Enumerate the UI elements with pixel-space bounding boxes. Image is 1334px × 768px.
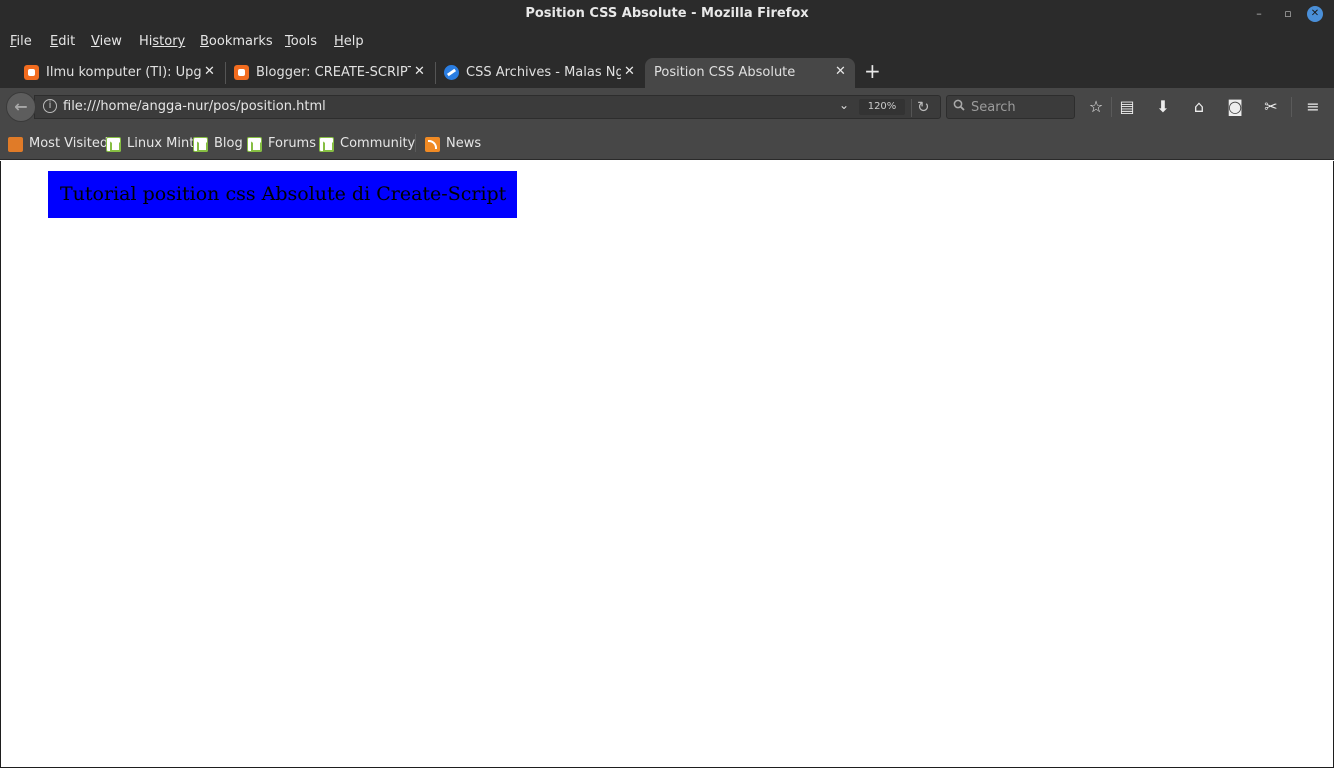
tab-close-icon[interactable]: ✕ xyxy=(204,64,215,79)
tab-label: Blogger: CREATE-SCRIPT - A xyxy=(256,65,411,80)
bookmark-forums[interactable]: Forums xyxy=(247,136,316,152)
url-text[interactable]: file:///home/angga-nur/pos/position.html xyxy=(63,99,326,114)
toolbar-separator xyxy=(1111,97,1112,117)
blogger-icon xyxy=(24,65,39,80)
blogger-icon xyxy=(234,65,249,80)
menu-history[interactable]: History xyxy=(139,34,185,49)
bookmark-blog[interactable]: Blog xyxy=(193,136,243,152)
bookmark-most-visited[interactable]: Most Visited xyxy=(8,136,108,152)
search-placeholder: Search xyxy=(971,100,1016,115)
rss-icon xyxy=(425,137,440,152)
new-tab-icon[interactable]: + xyxy=(864,59,881,83)
tab-close-icon[interactable]: ✕ xyxy=(624,64,635,79)
screenshot-icon[interactable]: ✂ xyxy=(1261,97,1281,117)
menu-tools[interactable]: Tools xyxy=(285,34,317,49)
zoom-level[interactable]: 120% xyxy=(859,99,905,115)
tab-label: Position CSS Absolute xyxy=(654,65,796,80)
bookmark-separator xyxy=(415,134,416,152)
home-icon[interactable]: ⌂ xyxy=(1189,97,1209,117)
reload-icon[interactable]: ↻ xyxy=(917,98,930,116)
menu-edit[interactable]: Edit xyxy=(50,34,75,49)
linux-mint-icon xyxy=(247,137,262,152)
bookmarks-toolbar: Most Visited Linux Mint Blog Forums Comm… xyxy=(0,125,1334,160)
menu-file[interactable]: File xyxy=(10,34,32,49)
bookmark-label: News xyxy=(446,136,482,151)
toolbar-separator xyxy=(1291,97,1292,117)
info-icon[interactable]: i xyxy=(43,99,57,113)
url-bar[interactable]: i file:///home/angga-nur/pos/position.ht… xyxy=(34,95,941,119)
bookmark-star-icon[interactable]: ☆ xyxy=(1086,97,1106,117)
window-titlebar: Position CSS Absolute - Mozilla Firefox … xyxy=(0,0,1334,29)
menu-view[interactable]: View xyxy=(91,34,122,49)
search-input[interactable]: Search xyxy=(946,95,1075,119)
menu-help[interactable]: Help xyxy=(334,34,364,49)
navigation-toolbar: i file:///home/angga-nur/pos/position.ht… xyxy=(0,88,1334,125)
bookmark-label: Most Visited xyxy=(29,136,109,151)
pocket-icon[interactable]: ◙ xyxy=(1225,97,1245,117)
close-icon[interactable]: ✕ xyxy=(1307,6,1323,22)
tab-strip: Ilmu komputer (TI): Upgrad ✕ Blogger: CR… xyxy=(0,54,1334,88)
back-button[interactable]: ← xyxy=(6,92,36,122)
folder-icon xyxy=(8,137,23,152)
menu-bookmarks[interactable]: Bookmarks xyxy=(200,34,273,49)
tab-ilmu-komputer[interactable]: Ilmu komputer (TI): Upgrad ✕ xyxy=(24,58,222,88)
bookmark-label: Community xyxy=(340,136,416,151)
tab-close-icon[interactable]: ✕ xyxy=(414,64,425,79)
chevron-down-icon[interactable]: ⌄ xyxy=(839,98,849,112)
downloads-icon[interactable]: ⬇ xyxy=(1153,97,1173,117)
reading-list-icon[interactable]: ▤ xyxy=(1117,97,1137,117)
tab-blogger[interactable]: Blogger: CREATE-SCRIPT - A ✕ xyxy=(234,58,432,88)
linux-mint-icon xyxy=(106,137,121,152)
linux-mint-icon xyxy=(319,137,334,152)
bookmark-label: Linux Mint xyxy=(127,136,195,151)
bookmark-community[interactable]: Community xyxy=(319,136,415,152)
minimize-icon[interactable]: – xyxy=(1250,5,1268,23)
menu-bar: File Edit View History Bookmarks Tools H… xyxy=(0,29,1334,54)
tab-label: CSS Archives - Malas Ngodi xyxy=(466,65,621,80)
maximize-icon[interactable]: ▫ xyxy=(1279,5,1297,23)
bookmark-label: Forums xyxy=(268,136,316,151)
tab-label: Ilmu komputer (TI): Upgrad xyxy=(46,65,201,80)
window-title: Position CSS Absolute - Mozilla Firefox xyxy=(525,6,809,21)
bookmark-label: Blog xyxy=(214,136,243,151)
linux-mint-icon xyxy=(193,137,208,152)
hamburger-menu-icon[interactable]: ≡ xyxy=(1303,97,1323,117)
bookmark-linux-mint[interactable]: Linux Mint xyxy=(106,136,194,152)
bookmark-news[interactable]: News xyxy=(425,136,481,152)
page-content: Tutorial position css Absolute di Create… xyxy=(0,161,1334,768)
tab-css-archives[interactable]: CSS Archives - Malas Ngodi ✕ xyxy=(444,58,642,88)
absolute-positioned-box: Tutorial position css Absolute di Create… xyxy=(48,171,517,218)
tab-separator xyxy=(435,62,436,84)
malas-ngoding-icon xyxy=(444,65,459,80)
tab-close-icon[interactable]: ✕ xyxy=(835,64,846,79)
url-separator xyxy=(911,99,912,117)
tab-position-css-absolute[interactable]: Position CSS Absolute ✕ xyxy=(645,58,855,88)
tab-separator xyxy=(225,62,226,84)
search-icon xyxy=(953,99,965,111)
